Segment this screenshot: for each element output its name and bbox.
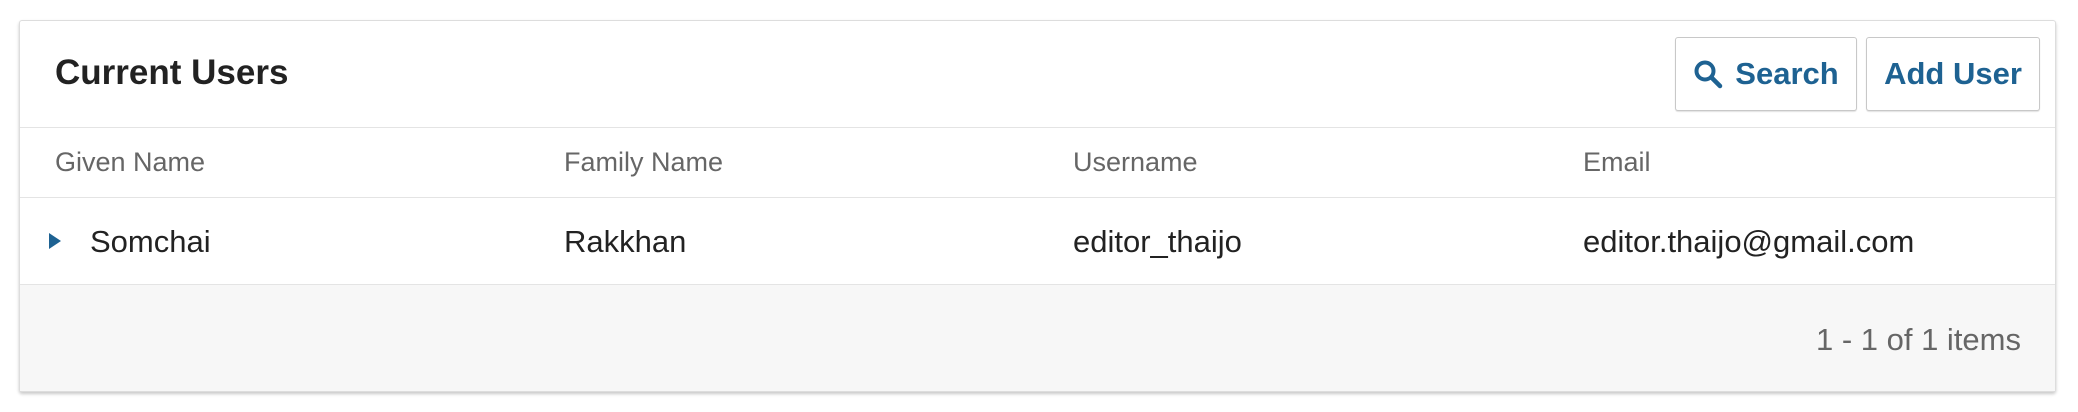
search-icon: [1693, 59, 1723, 89]
cell-username: editor_thaijo: [1073, 224, 1242, 259]
columns-divider: [20, 197, 2055, 198]
users-panel: Current Users Search Add User Given Name…: [19, 20, 2056, 392]
column-header-email: Email: [1583, 147, 1651, 177]
add-user-button[interactable]: Add User: [1866, 37, 2040, 111]
cell-email: editor.thaijo@gmail.com: [1583, 224, 1915, 259]
cell-family-name: Rakkhan: [564, 224, 687, 259]
column-header-username: Username: [1073, 147, 1198, 177]
search-button[interactable]: Search: [1675, 37, 1857, 111]
caret-right-icon[interactable]: [44, 230, 66, 252]
search-button-label: Search: [1735, 56, 1839, 91]
panel-header: Current Users Search Add User: [20, 21, 2055, 127]
column-header-family-name: Family Name: [564, 147, 724, 177]
table-footer: 1 - 1 of 1 items: [20, 285, 2055, 391]
column-header-given-name: Given Name: [55, 147, 206, 177]
add-user-button-label: Add User: [1884, 56, 2022, 91]
cell-given-name: Somchai: [90, 224, 211, 259]
panel-title: Current Users: [55, 53, 289, 92]
pagination-info: 1 - 1 of 1 items: [1815, 322, 2021, 357]
header-divider: [20, 127, 2055, 128]
